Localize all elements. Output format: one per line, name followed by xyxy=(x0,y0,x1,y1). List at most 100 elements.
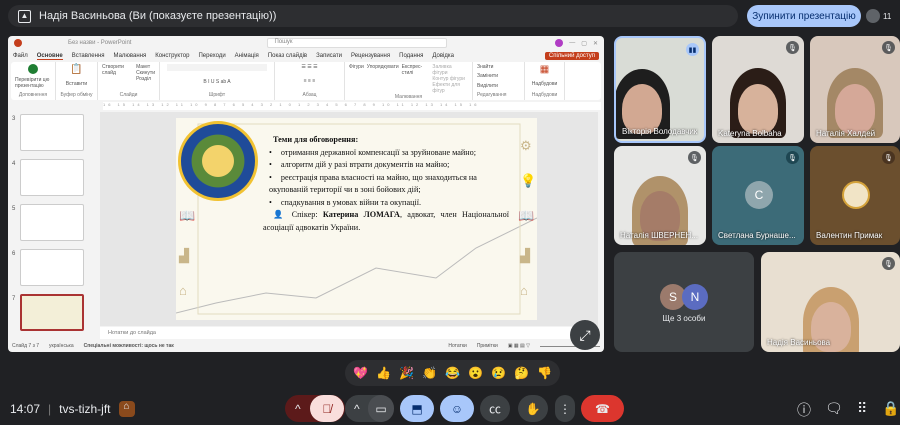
user-avatar[interactable] xyxy=(555,39,564,47)
reaction-thumbs-up[interactable]: 👍 xyxy=(376,366,391,380)
language-status[interactable]: українська xyxy=(49,343,74,349)
bullet: отримання державної компенсації за зруйн… xyxy=(263,147,509,160)
chat-icon[interactable]: 🗨 xyxy=(825,400,843,417)
participant-tile[interactable]: 🎙 Наталія Халдей xyxy=(810,36,900,143)
select-button[interactable]: Виділити xyxy=(477,83,498,89)
notes-button[interactable]: Нотатки xyxy=(448,343,466,349)
font-format-buttons[interactable]: B I U S ab A xyxy=(203,79,230,85)
tab-help[interactable]: Довідка xyxy=(432,53,454,59)
participant-tile[interactable]: ▮▮ Вікторія Володавчик xyxy=(614,36,706,143)
slide-text: Теми для обговорення: отримання державно… xyxy=(263,134,509,234)
host-lock-icon[interactable]: 🔒 xyxy=(882,400,899,417)
shapes-button[interactable]: Фігури xyxy=(349,64,364,94)
quick-styles-button[interactable]: Експрес-стилі xyxy=(402,64,430,94)
tab-transitions[interactable]: Переходи xyxy=(198,53,225,59)
thumb-number: 3 xyxy=(12,116,16,122)
tab-file[interactable]: Файл xyxy=(13,53,28,59)
expand-icon: ⤢ xyxy=(579,326,591,343)
participants-button[interactable]: 11 xyxy=(866,5,896,27)
list-buttons[interactable]: ☰ ☰ ☰ xyxy=(301,64,317,70)
activities-icon[interactable]: ⠿ xyxy=(857,400,867,417)
reaction-thumbs-down[interactable]: 👎 xyxy=(537,366,552,380)
minimize-icon[interactable]: — xyxy=(569,40,575,46)
paste-button[interactable]: Вставити xyxy=(66,81,87,87)
comments-button[interactable]: Примітки xyxy=(477,343,498,349)
slide-thumbnail[interactable] xyxy=(20,204,84,241)
tab-record[interactable]: Записати xyxy=(316,53,342,59)
tab-view[interactable]: Подання xyxy=(399,53,423,59)
self-tile[interactable]: 🎙 Надія Васиньова xyxy=(761,252,900,352)
house-icon: ⌂ xyxy=(179,283,187,298)
camera-toggle-button[interactable]: ▭ xyxy=(368,395,394,422)
camera-icon: ▭ xyxy=(375,401,387,416)
clock: 14:07 xyxy=(10,402,41,416)
new-slide-button[interactable]: Створити слайд xyxy=(102,64,132,82)
present-icon: ⬒ xyxy=(411,401,423,416)
info-icon[interactable]: ⓘ xyxy=(797,400,811,420)
reaction-thinking[interactable]: 🤔 xyxy=(514,366,529,380)
captions-button[interactable]: ㏄ xyxy=(480,395,510,422)
maximize-icon[interactable]: ▢ xyxy=(581,40,587,47)
mic-off-icon: 🎙 xyxy=(882,151,895,164)
reaction-laugh[interactable]: 😂 xyxy=(445,366,460,380)
tab-insert[interactable]: Вставлення xyxy=(72,53,105,59)
addins-icon: ▦ xyxy=(539,64,550,75)
raise-hand-button[interactable]: ✋ xyxy=(518,395,548,422)
participant-tile[interactable]: 🎙 Валентин Примак xyxy=(810,146,900,245)
group-label: Шрифт xyxy=(208,92,226,98)
search-box[interactable]: Пошук xyxy=(267,38,448,48)
ruler: 16 15 14 13 12 11 10 9 8 7 6 5 4 3 2 1 0… xyxy=(103,102,601,110)
tab-draw[interactable]: Малювання xyxy=(114,53,147,59)
share-button[interactable]: Спільний доступ xyxy=(544,52,599,60)
mic-toggle-button[interactable]: 🎙̸ xyxy=(310,395,344,422)
tab-slideshow[interactable]: Показ слайдів xyxy=(268,53,307,59)
tab-home[interactable]: Основне xyxy=(36,53,63,60)
addins-button[interactable]: Надбудови xyxy=(532,81,558,87)
view-buttons[interactable]: ▣ ▦ ▤ ▽ xyxy=(508,343,530,349)
reaction-party[interactable]: 🎉 xyxy=(399,366,414,380)
host-controls-icon[interactable]: ⌂ xyxy=(118,401,135,417)
align-buttons[interactable]: ≡ ≡ ≡ xyxy=(304,78,316,84)
find-button[interactable]: Знайти xyxy=(477,64,493,70)
close-icon[interactable]: ✕ xyxy=(593,40,598,47)
reactions-button[interactable]: ☺ xyxy=(440,395,474,422)
reaction-clap[interactable]: 👏 xyxy=(422,366,437,380)
book-icon: 📖 xyxy=(518,208,535,223)
slide-thumbnail[interactable] xyxy=(20,249,84,286)
shape-effects-button[interactable]: Ефекти для фігур xyxy=(432,82,468,94)
reaction-heart[interactable]: 💖 xyxy=(353,366,368,380)
check-presentation-button[interactable]: Перевірити цю презентацію xyxy=(15,77,51,89)
participant-avatar-emblem xyxy=(842,181,870,209)
slide-thumbnail[interactable] xyxy=(20,114,84,151)
section-button[interactable]: Розділ xyxy=(136,76,155,82)
bullet: алгоритм дій у разі втрати документів на… xyxy=(263,159,509,172)
participant-tile[interactable]: 🎙 Наталія ШВЕРНЕН... xyxy=(614,146,706,245)
shape-fill-button[interactable]: Заливка фігури xyxy=(432,64,468,76)
reaction-surprised[interactable]: 😮 xyxy=(468,366,483,380)
tab-design[interactable]: Конструктор xyxy=(155,53,189,59)
participant-tile[interactable]: 🎙 Kateryna Bolbaha xyxy=(712,36,804,143)
tab-animations[interactable]: Анімація xyxy=(235,53,259,59)
group-label: Слайди xyxy=(119,92,138,98)
accessibility-status[interactable]: Спеціальні можливості: щось не так xyxy=(84,343,174,349)
leave-call-button[interactable]: ☎ xyxy=(581,395,624,422)
participant-tile[interactable]: С 🎙 Светлана Бурнаше... xyxy=(712,146,804,245)
tab-review[interactable]: Рецензування xyxy=(351,53,390,59)
speaking-indicator-icon: ▮▮ xyxy=(686,43,699,56)
replace-button[interactable]: Замінити xyxy=(477,73,498,79)
hang-up-icon: ☎ xyxy=(595,401,610,416)
font-selector[interactable] xyxy=(167,64,267,71)
slide-thumbnail[interactable] xyxy=(20,159,84,196)
more-options-button[interactable]: ⋮ xyxy=(555,395,575,422)
reaction-sad[interactable]: 😢 xyxy=(491,366,506,380)
stop-presenting-button[interactable]: Зупинити презентацію xyxy=(747,5,861,27)
expand-presentation-button[interactable]: ⤢ xyxy=(570,320,600,350)
slide[interactable]: ⚙ 💡 📖 📖 ▟ ▟ ⌂ ⌂ Теми для обговорення: от… xyxy=(176,118,537,320)
present-button[interactable]: ⬒ xyxy=(400,395,434,422)
slide-thumbnail-selected[interactable] xyxy=(20,294,84,331)
chart-icon: ▟ xyxy=(520,248,530,263)
window-title: Без назви - PowerPoint xyxy=(68,40,132,46)
more-participants-tile[interactable]: S N Ще 3 особи xyxy=(614,252,754,352)
notes-field[interactable]: Нотатки до слайда xyxy=(100,327,598,339)
arrange-button[interactable]: Упорядкувати xyxy=(367,64,399,94)
